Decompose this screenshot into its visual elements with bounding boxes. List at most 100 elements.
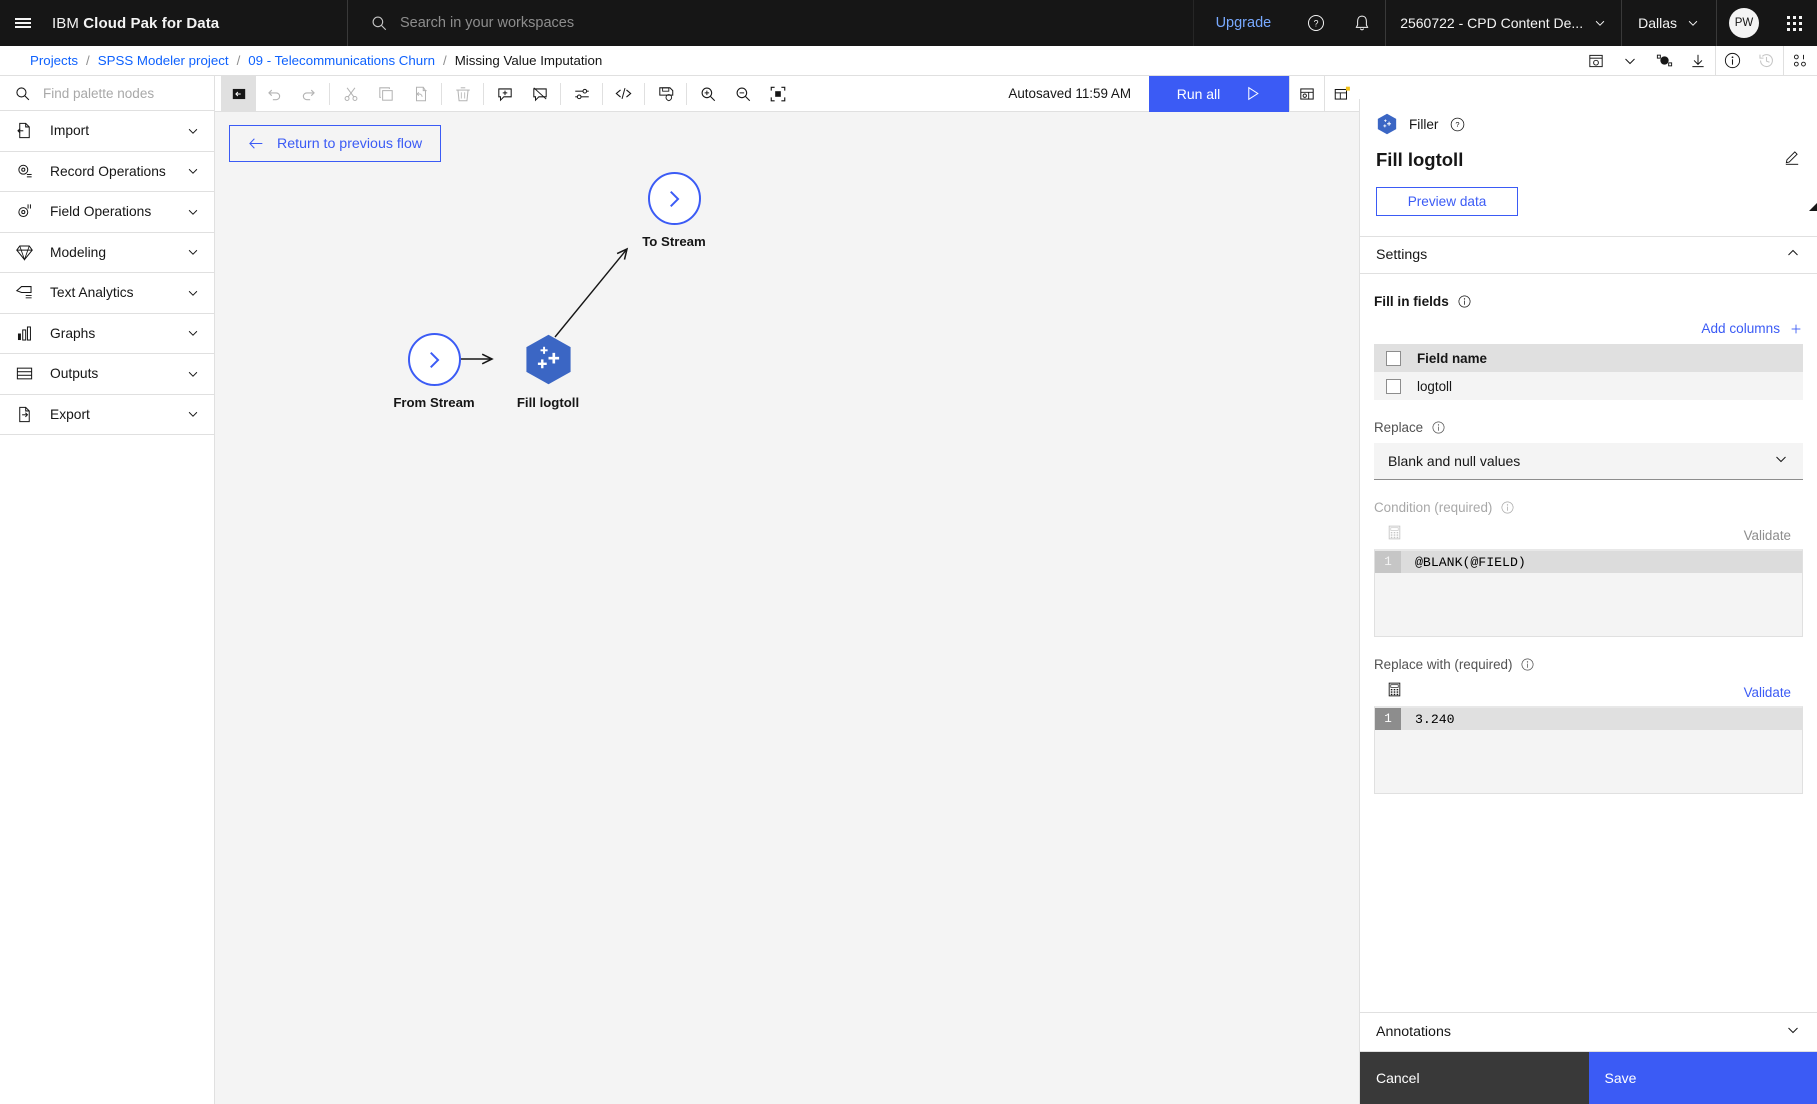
- chevron-down-icon: [1688, 20, 1698, 26]
- search-input[interactable]: [400, 15, 1020, 31]
- chevron-down-icon[interactable]: [1613, 46, 1647, 76]
- avatar[interactable]: PW: [1729, 8, 1759, 38]
- palette-item-label: Import: [50, 123, 90, 139]
- binary-icon[interactable]: [1783, 45, 1817, 76]
- canvas-toolbar: Autosaved 11:59 AM Run all: [215, 75, 1359, 112]
- expression-builder-icon[interactable]: [1386, 524, 1403, 546]
- palette-search-input[interactable]: [43, 85, 193, 101]
- canvas-node-to-stream[interactable]: To Stream: [619, 172, 729, 249]
- edit-pencil-icon[interactable]: [1783, 148, 1801, 171]
- condition-label-row: Condition (required): [1374, 500, 1803, 515]
- code-icon: [615, 88, 632, 99]
- zoom-in-button[interactable]: [690, 76, 725, 111]
- hide-comments-button[interactable]: [522, 76, 557, 111]
- redo-button[interactable]: [291, 76, 326, 111]
- annotations-section-header[interactable]: Annotations: [1360, 1012, 1817, 1052]
- information-icon[interactable]: [1715, 45, 1749, 76]
- palette-category-graphs[interactable]: Graphs: [0, 314, 214, 354]
- zoom-out-button[interactable]: [725, 76, 760, 111]
- code-button[interactable]: [606, 76, 641, 111]
- waffle-icon[interactable]: [1771, 0, 1817, 46]
- flow-canvas[interactable]: Return to previous flow From Stream Fill…: [215, 112, 1359, 1104]
- zoom-to-fit-button[interactable]: [760, 76, 795, 111]
- expression-builder-icon[interactable]: [1386, 681, 1403, 703]
- trash-icon: [455, 86, 470, 101]
- breadcrumb-separator: /: [86, 53, 90, 68]
- table-row[interactable]: logtoll: [1374, 372, 1803, 400]
- history-icon[interactable]: [1749, 46, 1783, 76]
- add-columns-button[interactable]: Add columns: [1374, 321, 1803, 336]
- upgrade-link[interactable]: Upgrade: [1194, 0, 1294, 46]
- info-icon[interactable]: [1457, 294, 1472, 309]
- palette-category-record-operations[interactable]: Record Operations: [0, 152, 214, 192]
- model-management-icon[interactable]: [1647, 46, 1681, 76]
- code-line: 1 @BLANK(@FIELD): [1375, 551, 1802, 573]
- canvas-node-from-stream[interactable]: From Stream: [379, 333, 489, 410]
- chevron-down-icon: [188, 290, 198, 296]
- outputs-table-icon: [1300, 87, 1314, 100]
- add-to-project-icon[interactable]: [1579, 46, 1613, 76]
- preview-data-button[interactable]: Preview data: [1376, 187, 1518, 216]
- export-icon: [14, 405, 34, 424]
- canvas-node-fill-logtoll[interactable]: Fill logtoll: [493, 333, 603, 410]
- undo-button[interactable]: [256, 76, 291, 111]
- row-checkbox[interactable]: [1386, 378, 1401, 394]
- select-all-checkbox[interactable]: [1386, 350, 1401, 366]
- info-icon[interactable]: [1520, 657, 1535, 672]
- cut-button[interactable]: [333, 76, 368, 111]
- breadcrumb-item-telecommunications-churn[interactable]: 09 - Telecommunications Churn: [248, 53, 435, 68]
- help-icon[interactable]: ?: [1293, 0, 1339, 46]
- cell-field-name: logtoll: [1417, 378, 1452, 394]
- toggle-palette-button[interactable]: [221, 76, 256, 111]
- palette-item-label: Field Operations: [50, 204, 152, 220]
- breadcrumb-item-spss-modeler-project[interactable]: SPSS Modeler project: [98, 53, 229, 68]
- save-flow-button[interactable]: [648, 76, 683, 111]
- bell-icon[interactable]: [1339, 0, 1385, 46]
- palette-category-export[interactable]: Export: [0, 395, 214, 435]
- breadcrumb: Projects / SPSS Modeler project / 09 - T…: [0, 53, 602, 68]
- notifications-panel-button[interactable]: [1324, 75, 1359, 112]
- global-search[interactable]: [348, 0, 1194, 46]
- help-circle-icon[interactable]: ?: [1449, 116, 1466, 133]
- palette-category-import[interactable]: Import: [0, 111, 214, 152]
- panel-resize-handle[interactable]: [1809, 203, 1817, 211]
- toolbar-divider: [329, 82, 330, 105]
- palette-category-modeling[interactable]: Modeling: [0, 233, 214, 273]
- run-all-button[interactable]: Run all: [1149, 75, 1289, 112]
- palette-category-outputs[interactable]: Outputs: [0, 354, 214, 395]
- outputs-panel-button[interactable]: [1289, 75, 1324, 112]
- condition-validate-button[interactable]: Validate: [1744, 528, 1791, 543]
- hamburger-icon[interactable]: [0, 0, 46, 46]
- copy-icon: [378, 86, 393, 101]
- region-selector[interactable]: Dallas: [1622, 0, 1716, 46]
- replace-with-validate-button[interactable]: Validate: [1744, 685, 1791, 700]
- paste-button[interactable]: [403, 76, 438, 111]
- settings-section-header[interactable]: Settings: [1360, 236, 1817, 274]
- table-header-row: Field name: [1374, 344, 1803, 372]
- chevron-down-icon: [1785, 1022, 1801, 1043]
- palette-search[interactable]: [0, 76, 214, 111]
- condition-code-editor[interactable]: 1 @BLANK(@FIELD): [1374, 549, 1803, 637]
- palette-category-text-analytics[interactable]: Text Analytics: [0, 273, 214, 314]
- save-button[interactable]: Save: [1588, 1052, 1817, 1104]
- cancel-button[interactable]: Cancel: [1360, 1052, 1589, 1104]
- account-selector[interactable]: 2560722 - CPD Content De...: [1386, 0, 1621, 46]
- download-icon[interactable]: [1681, 46, 1715, 76]
- chevron-down-icon: [188, 128, 198, 134]
- replace-select[interactable]: Blank and null values: [1374, 443, 1803, 480]
- copy-button[interactable]: [368, 76, 403, 111]
- text-analytics-icon: [14, 283, 34, 302]
- delete-button[interactable]: [445, 76, 480, 111]
- comment-hide-icon: [532, 86, 547, 101]
- add-comment-button[interactable]: [487, 76, 522, 111]
- replace-with-code-editor[interactable]: 1 3.240: [1374, 706, 1803, 794]
- app-header: IBM Cloud Pak for Data Upgrade ? 2560722…: [0, 0, 1817, 46]
- info-icon[interactable]: [1500, 500, 1515, 515]
- autosaved-status: Autosaved 11:59 AM: [1008, 86, 1131, 101]
- breadcrumb-item-projects[interactable]: Projects: [30, 53, 78, 68]
- condition-editor-toolbar: Validate: [1374, 521, 1803, 549]
- play-icon: [1248, 86, 1260, 101]
- palette-category-field-operations[interactable]: Field Operations: [0, 192, 214, 233]
- flow-settings-button[interactable]: [564, 76, 599, 111]
- info-icon[interactable]: [1431, 420, 1446, 435]
